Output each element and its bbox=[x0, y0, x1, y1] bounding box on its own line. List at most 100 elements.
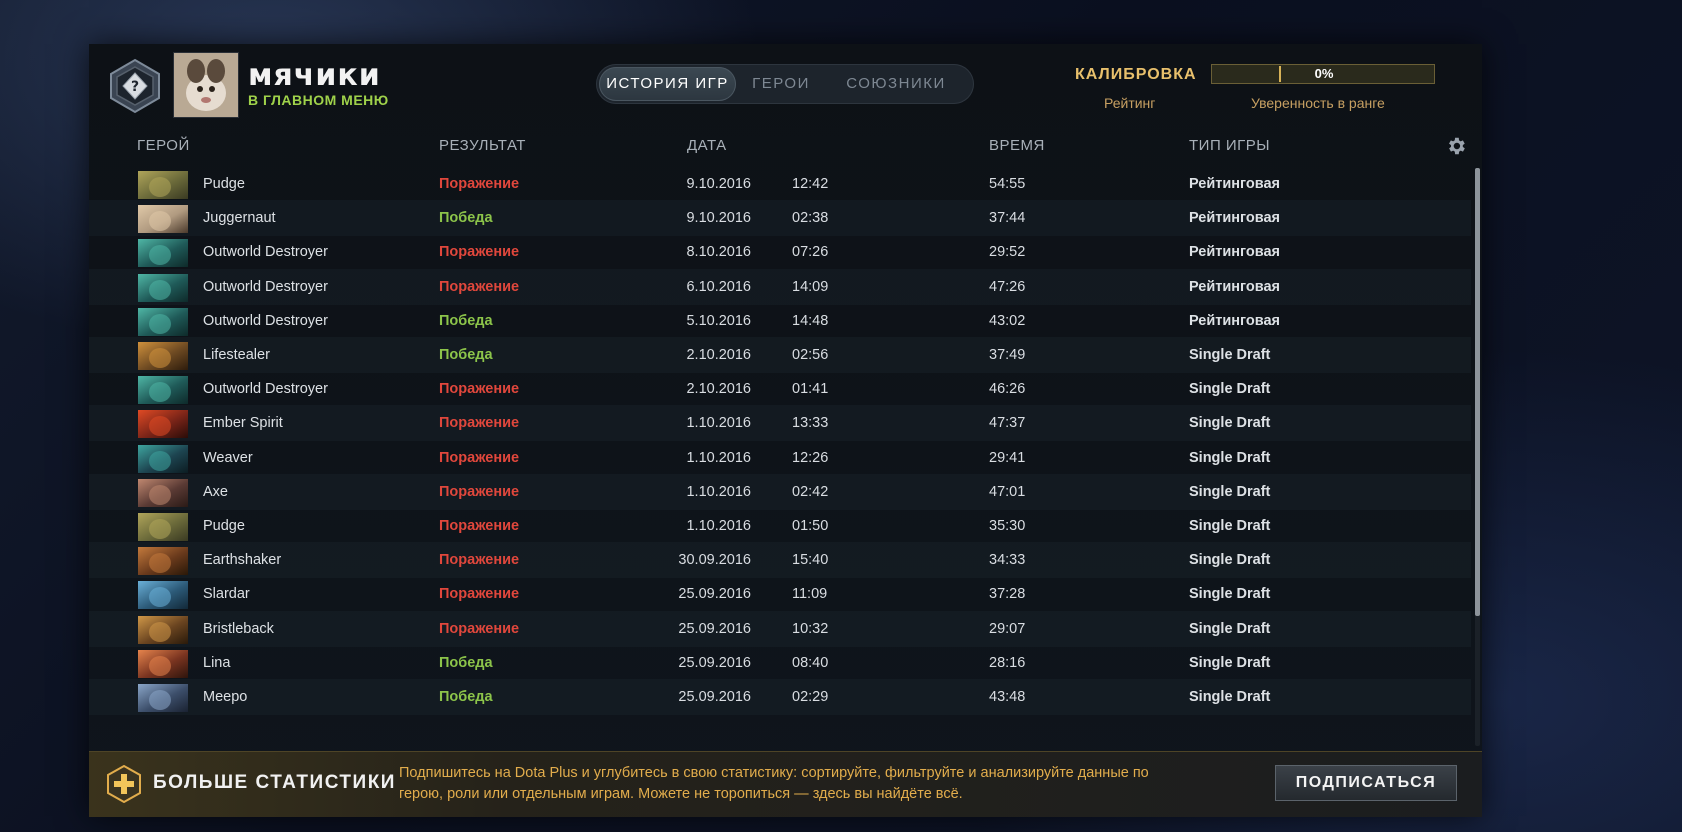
player-name: мячики bbox=[248, 58, 381, 93]
more-stats-title: БОЛЬШЕ СТАТИСТИКИ bbox=[153, 772, 396, 793]
hero-portrait bbox=[138, 239, 188, 268]
match-row[interactable]: Earthshaker Поражение 30.09.2016 15:40 34:33… bbox=[89, 542, 1471, 579]
match-row[interactable]: Juggernaut Победа 9.10.2016 02:38 37:44 Рейти… bbox=[89, 200, 1471, 237]
match-row[interactable]: Lifestealer Победа 2.10.2016 02:56 37:49 Sing… bbox=[89, 337, 1471, 373]
match-row[interactable]: Outworld Destroyer Поражение 6.10.2016 14:0… bbox=[89, 268, 1471, 305]
match-duration: 46:26 bbox=[989, 381, 1026, 398]
match-date: 2.10.2016 bbox=[686, 381, 751, 398]
match-result: Поражение bbox=[439, 244, 520, 261]
hero-name: Outworld Destroyer bbox=[203, 381, 328, 398]
match-list: Pudge Поражение 9.10.2016 12:42 54:55 Рейтинг… bbox=[89, 166, 1482, 746]
game-mode: Single Draft bbox=[1189, 449, 1271, 466]
match-time: 01:50 bbox=[792, 518, 829, 534]
match-result: Поражение bbox=[439, 449, 520, 466]
column-header-result[interactable]: РЕЗУЛЬТАТ bbox=[439, 137, 526, 154]
column-header-hero[interactable]: ГЕРОЙ bbox=[137, 137, 190, 154]
rank-medal-icon[interactable]: ? bbox=[107, 58, 163, 114]
player-status: В ГЛАВНОМ МЕНЮ bbox=[248, 92, 389, 108]
hero-name: Outworld Destroyer bbox=[203, 312, 328, 329]
dota-plus-description: Подпишитесь на Dota Plus и углубитесь в … bbox=[399, 765, 1149, 802]
hero-portrait bbox=[138, 649, 188, 678]
match-date: 9.10.2016 bbox=[686, 210, 751, 227]
svg-text:?: ? bbox=[131, 79, 139, 95]
match-date: 25.09.2016 bbox=[678, 620, 751, 637]
column-header-date[interactable]: ДАТА bbox=[687, 137, 727, 154]
hero-name: Lina bbox=[203, 654, 231, 671]
match-result: Поражение bbox=[439, 620, 520, 637]
tab-allies[interactable]: СОЮЗНИКИ bbox=[826, 67, 966, 101]
match-row[interactable]: Weaver Поражение 1.10.2016 12:26 29:41 Single… bbox=[89, 440, 1471, 476]
match-time: 08:40 bbox=[792, 654, 829, 671]
column-header-mode[interactable]: ТИП ИГРЫ bbox=[1189, 137, 1270, 154]
match-result: Победа bbox=[439, 347, 493, 363]
game-mode: Single Draft bbox=[1189, 689, 1271, 705]
match-duration: 47:37 bbox=[989, 415, 1026, 432]
match-duration: 37:28 bbox=[989, 586, 1026, 603]
match-time: 01:41 bbox=[792, 381, 829, 398]
tab-bar: ИСТОРИЯ ИГР ГЕРОИ СОЮЗНИКИ bbox=[596, 64, 974, 104]
match-row[interactable]: Outworld Destroyer Поражение 2.10.2016 01:4… bbox=[89, 371, 1471, 407]
scrollbar-thumb[interactable] bbox=[1475, 168, 1480, 616]
match-result: Поражение bbox=[439, 278, 520, 295]
confidence-value: 0% bbox=[1314, 66, 1334, 81]
column-header-duration[interactable]: ВРЕМЯ bbox=[989, 137, 1045, 154]
hero-name: Pudge bbox=[203, 518, 245, 534]
match-time: 14:09 bbox=[792, 278, 829, 295]
match-date: 1.10.2016 bbox=[686, 483, 751, 500]
match-result: Победа bbox=[439, 210, 493, 227]
match-date: 6.10.2016 bbox=[686, 278, 751, 295]
match-time: 10:32 bbox=[792, 620, 829, 637]
hero-portrait bbox=[138, 513, 188, 541]
match-date: 1.10.2016 bbox=[686, 449, 751, 466]
avatar-image bbox=[174, 53, 238, 117]
hero-name: Ember Spirit bbox=[203, 415, 283, 432]
match-row[interactable]: Axe Поражение 1.10.2016 02:42 47:01 Single Dr… bbox=[89, 473, 1471, 510]
match-row[interactable]: Bristleback Поражение 25.09.2016 10:32 29:07… bbox=[89, 610, 1471, 647]
hero-name: Outworld Destroyer bbox=[203, 278, 328, 295]
match-row[interactable]: Meepo Победа 25.09.2016 02:29 43:48 Single Dr… bbox=[89, 679, 1471, 715]
match-row[interactable]: Outworld Destroyer Поражение 8.10.2016 07:2… bbox=[89, 234, 1471, 270]
match-duration: 29:41 bbox=[989, 449, 1026, 466]
gear-icon[interactable] bbox=[1445, 135, 1467, 157]
match-row[interactable]: Slardar Поражение 25.09.2016 11:09 37:28 Sing… bbox=[89, 576, 1471, 612]
match-duration: 37:44 bbox=[989, 210, 1026, 227]
match-result: Победа bbox=[439, 654, 493, 671]
subscribe-button[interactable]: ПОДПИСАТЬСЯ bbox=[1275, 765, 1457, 801]
tab-heroes[interactable]: ГЕРОИ bbox=[740, 67, 822, 101]
game-mode: Рейтинговая bbox=[1189, 278, 1281, 295]
match-row[interactable]: Pudge Поражение 9.10.2016 12:42 54:55 Рейтинг… bbox=[89, 166, 1471, 202]
confidence-label: Уверенность в ранге bbox=[1251, 95, 1385, 111]
game-mode: Single Draft bbox=[1189, 347, 1271, 363]
match-result: Поражение bbox=[439, 483, 520, 500]
match-row[interactable]: Pudge Поражение 1.10.2016 01:50 35:30 Single … bbox=[89, 508, 1471, 544]
match-row[interactable]: Lina Победа 25.09.2016 08:40 28:16 Single Dra… bbox=[89, 645, 1471, 681]
match-history-panel: ? мячики В ГЛАВНОМ МЕНЮ ИСТОРИЯ ИГР ГЕРО… bbox=[89, 44, 1482, 817]
match-time: 11:09 bbox=[792, 586, 828, 603]
tab-match-history[interactable]: ИСТОРИЯ ИГР bbox=[599, 67, 736, 101]
dota-plus-icon bbox=[107, 765, 141, 803]
match-row[interactable]: Ember Spirit Поражение 1.10.2016 13:33 47:37… bbox=[89, 405, 1471, 442]
match-result: Поражение bbox=[439, 381, 520, 398]
game-mode: Single Draft bbox=[1189, 586, 1271, 603]
match-time: 02:42 bbox=[792, 483, 829, 500]
match-date: 25.09.2016 bbox=[678, 586, 751, 603]
match-result: Поражение bbox=[439, 552, 520, 569]
match-date: 30.09.2016 bbox=[678, 552, 751, 569]
match-time: 14:48 bbox=[792, 312, 829, 329]
rating-label: Рейтинг bbox=[1104, 95, 1156, 111]
hero-portrait bbox=[138, 444, 188, 473]
match-date: 25.09.2016 bbox=[678, 689, 751, 705]
hero-portrait bbox=[138, 307, 188, 336]
player-avatar[interactable] bbox=[173, 52, 239, 118]
match-date: 5.10.2016 bbox=[686, 312, 751, 329]
rank-confidence-bar: 0% bbox=[1211, 64, 1435, 84]
game-mode: Single Draft bbox=[1189, 381, 1271, 398]
hero-name: Axe bbox=[203, 483, 228, 500]
match-date: 1.10.2016 bbox=[686, 415, 751, 432]
hero-portrait bbox=[138, 684, 188, 712]
hero-name: Weaver bbox=[203, 449, 253, 466]
match-result: Поражение bbox=[439, 176, 520, 192]
calibration-label: КАЛИБРОВКА bbox=[1075, 66, 1197, 83]
game-mode: Single Draft bbox=[1189, 654, 1271, 671]
match-row[interactable]: Outworld Destroyer Победа 5.10.2016 14:48 43… bbox=[89, 303, 1471, 339]
